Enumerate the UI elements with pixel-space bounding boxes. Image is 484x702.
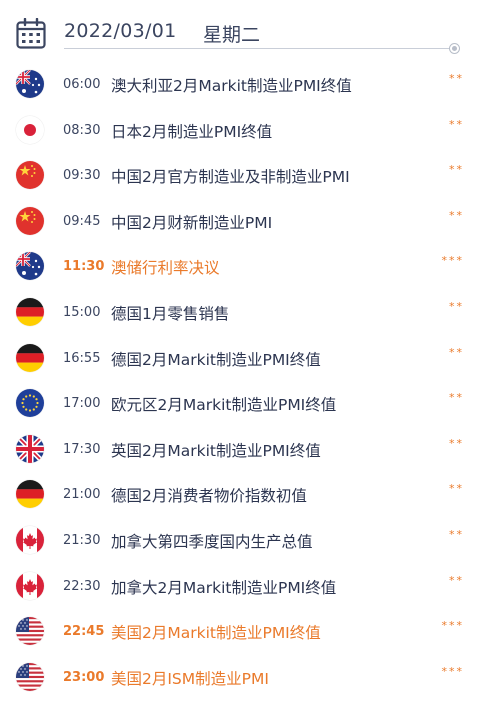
importance-stars: ** [449,345,464,359]
importance-stars: *** [441,619,464,633]
event-title: 欧元区2月Markit制造业PMI终值 [111,396,337,415]
event-row[interactable]: 11:30 澳储行利率决议 *** [0,244,484,290]
event-row[interactable]: 09:45 中国2月财新制造业PMI ** [0,199,484,245]
event-time: 09:45 [63,213,101,229]
event-title: 美国2月ISM制造业PMI [111,669,269,688]
importance-stars: ** [449,482,464,496]
event-row[interactable]: 08:30 日本2月制造业PMI终值 ** [0,108,484,154]
usa-flag-icon [16,617,44,646]
timeline-end-dot [449,43,460,54]
china-flag-icon [16,161,44,190]
event-time: 08:30 [63,122,101,138]
importance-stars: ** [449,527,464,541]
canada-flag-icon [16,525,44,554]
event-row[interactable]: 15:00 德国1月零售销售 ** [0,290,484,336]
importance-stars: ** [449,117,464,131]
weekday-text: 星期二 [203,24,261,46]
event-title: 中国2月财新制造业PMI [111,213,273,232]
event-title: 英国2月Markit制造业PMI终值 [111,441,321,460]
importance-stars: *** [441,254,464,268]
usa-flag-icon [16,662,44,691]
importance-stars: ** [449,208,464,222]
date-text: 2022/03/01 [64,20,177,42]
event-row[interactable]: 06:00 澳大利亚2月Markit制造业PMI终值 ** [0,62,484,108]
event-title: 日本2月制造业PMI终值 [111,122,273,141]
event-row[interactable]: 09:30 中国2月官方制造业及非制造业PMI ** [0,153,484,199]
event-title: 中国2月官方制造业及非制造业PMI [111,168,350,187]
date-header: 2022/03/01 星期二 [0,0,484,58]
japan-flag-icon [16,115,44,144]
event-time: 06:00 [63,77,101,92]
event-row[interactable]: 23:00 美国2月ISM制造业PMI *** [0,655,484,701]
event-title: 德国2月Markit制造业PMI终值 [111,350,321,369]
event-time: 11:30 [63,259,105,275]
event-time: 09:30 [63,168,101,184]
event-title: 德国1月零售销售 [111,304,230,323]
importance-stars: ** [449,299,464,313]
importance-stars: ** [449,72,464,85]
importance-stars: ** [449,436,464,450]
event-time: 15:00 [63,304,101,320]
event-row[interactable]: 22:45 美国2月Markit制造业PMI终值 *** [0,609,484,655]
event-time: 17:30 [63,441,101,457]
canada-flag-icon [16,571,44,600]
event-row[interactable]: 22:30 加拿大2月Markit制造业PMI终值 ** [0,564,484,610]
event-title: 德国2月消费者物价指数初值 [111,487,307,506]
event-title: 加拿大第四季度国内生产总值 [111,532,313,551]
germany-flag-icon [16,480,44,509]
event-title: 美国2月Markit制造业PMI终值 [111,624,321,643]
event-time: 17:00 [63,396,101,412]
event-time: 22:30 [63,578,101,594]
importance-stars: ** [449,163,464,177]
australia-flag-icon [16,70,44,98]
germany-flag-icon [16,343,44,372]
event-row[interactable]: 21:30 加拿大第四季度国内生产总值 ** [0,518,484,564]
event-time: 21:30 [63,532,101,548]
importance-stars: ** [449,391,464,405]
eu-flag-icon [16,389,44,418]
event-title: 加拿大2月Markit制造业PMI终值 [111,578,337,597]
event-title: 澳储行利率决议 [111,259,220,278]
germany-flag-icon [16,297,44,326]
event-time: 23:00 [63,669,105,685]
importance-stars: ** [449,573,464,587]
timeline-divider [64,48,454,49]
calendar-icon [16,18,46,49]
event-time: 22:45 [63,624,105,640]
event-list: 06:00 澳大利亚2月Markit制造业PMI终值 ** 08:30 日本2月制造业P… [0,62,484,700]
event-row[interactable]: 17:00 欧元区2月Markit制造业PMI终值 ** [0,381,484,427]
event-row[interactable]: 17:30 英国2月Markit制造业PMI终值 ** [0,427,484,473]
uk-flag-icon [16,434,44,463]
china-flag-icon [16,206,44,235]
event-title: 澳大利亚2月Markit制造业PMI终值 [111,77,352,95]
event-time: 21:00 [63,487,101,503]
event-row[interactable]: 21:00 德国2月消费者物价指数初值 ** [0,472,484,518]
australia-flag-icon [16,252,44,281]
event-row[interactable]: 16:55 德国2月Markit制造业PMI终值 ** [0,336,484,382]
importance-stars: *** [441,664,464,678]
event-time: 16:55 [63,350,101,366]
